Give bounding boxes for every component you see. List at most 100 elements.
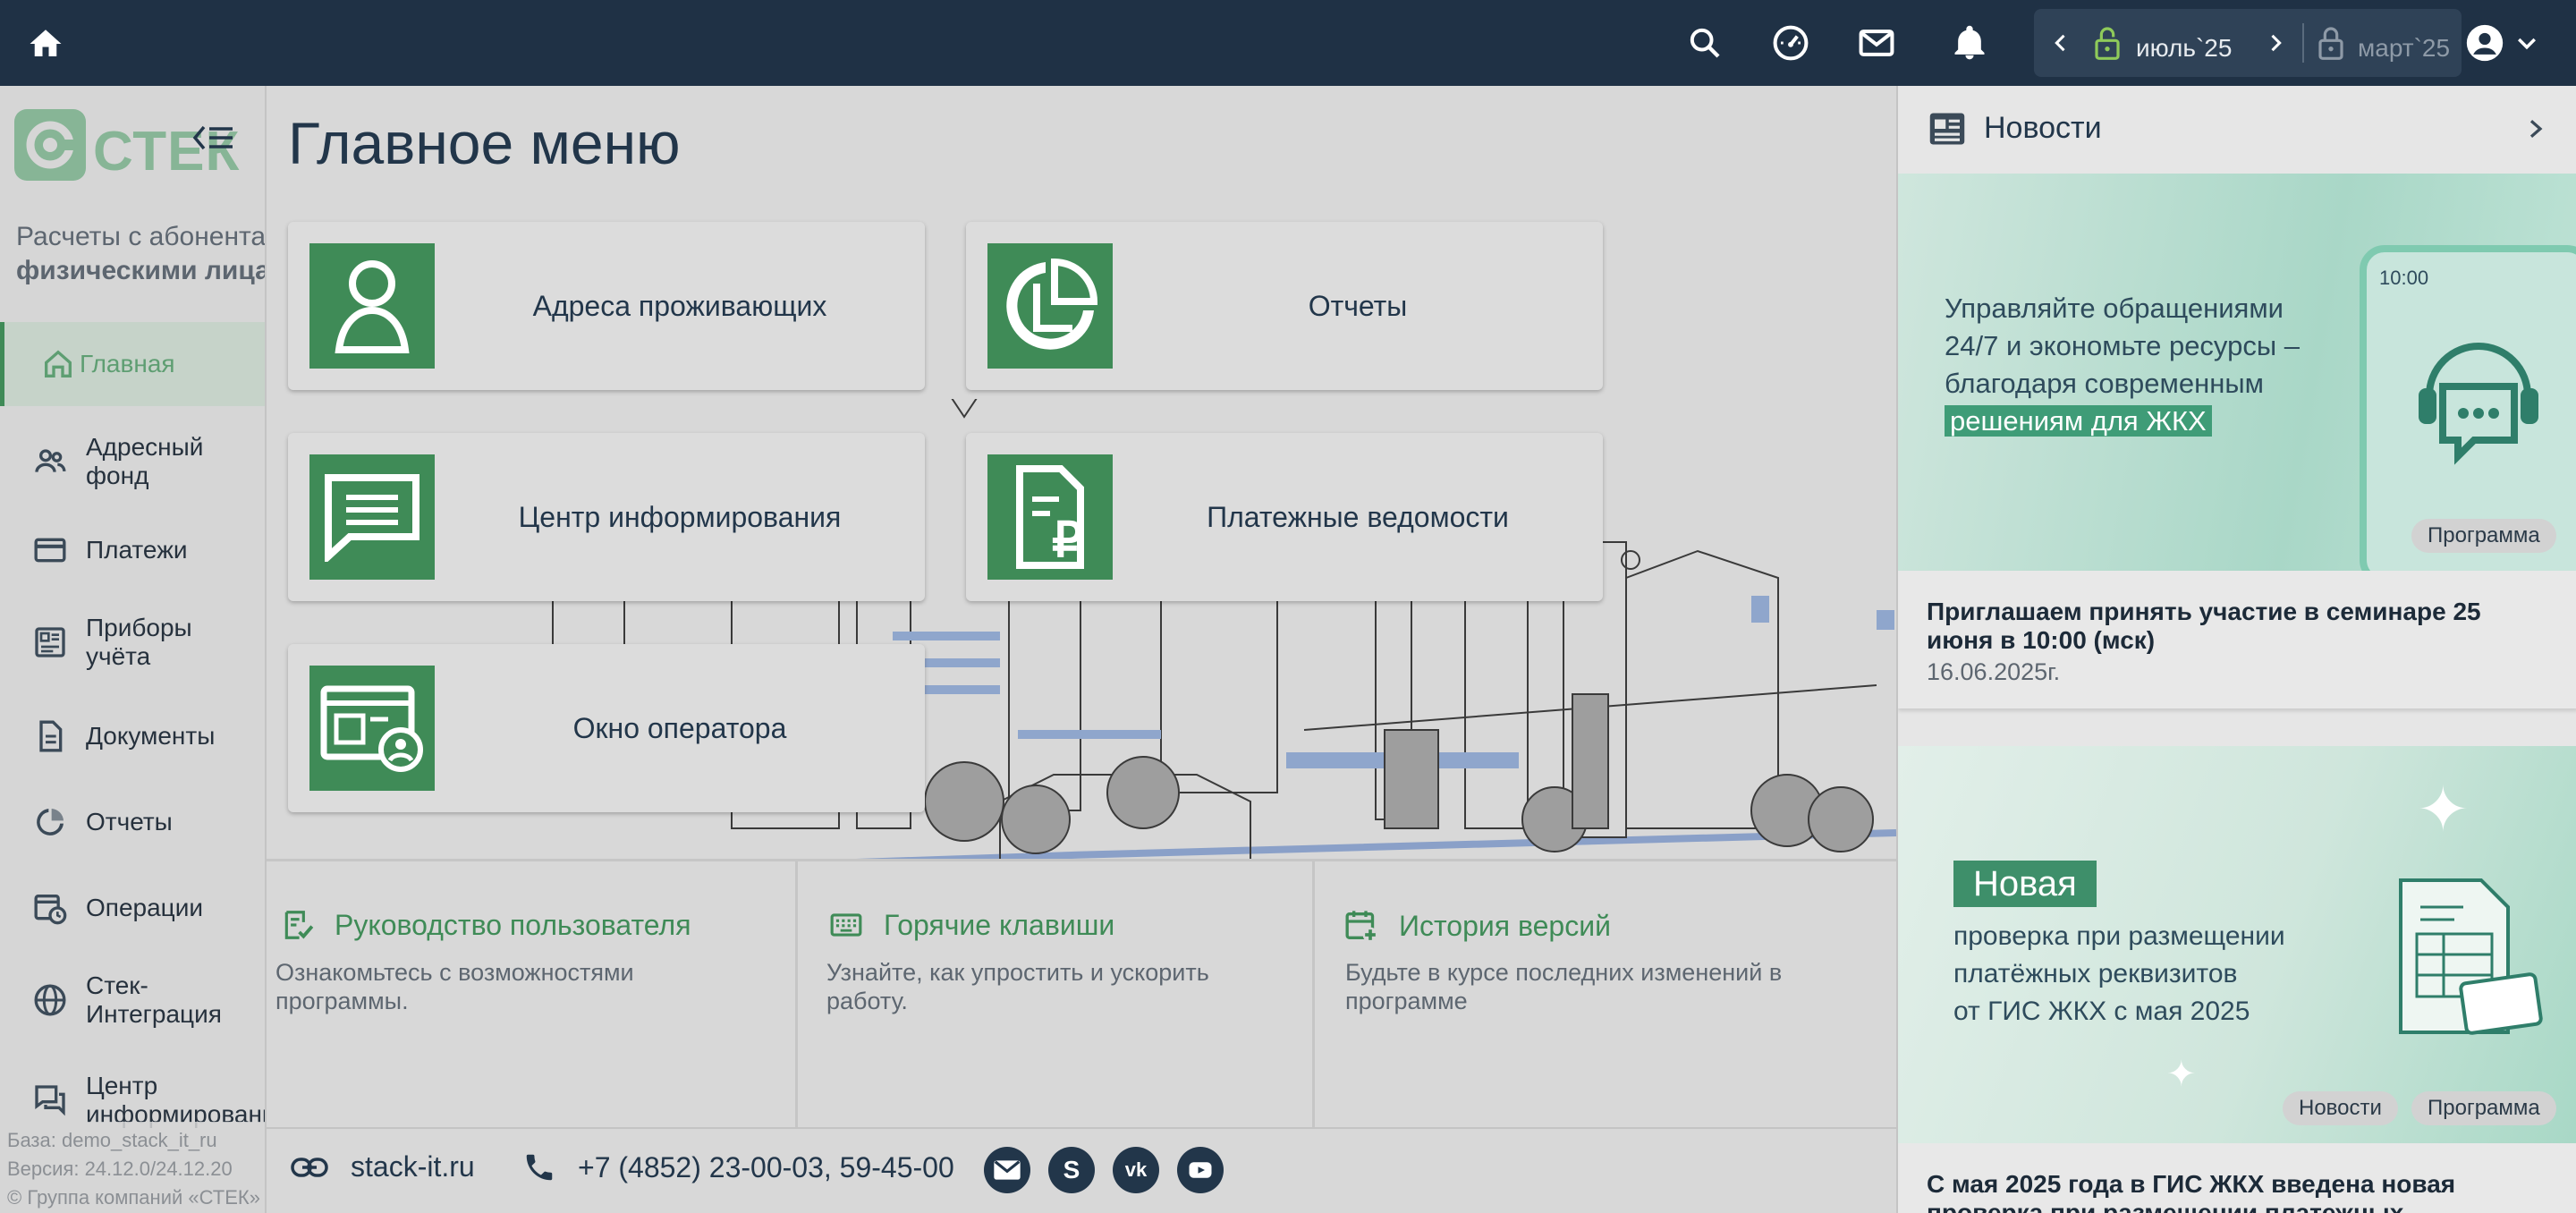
banner-1-highlight: решениям для ЖКХ xyxy=(1945,405,2212,437)
tile-label: Платежные ведомости xyxy=(1207,500,1509,533)
period-closed-label[interactable]: март`25 xyxy=(2358,34,2450,63)
news-panel: Новости Управляйте обращениями 24/7 и эк… xyxy=(1896,86,2576,1213)
chevron-right-icon[interactable] xyxy=(2522,113,2549,149)
youtube-icon[interactable] xyxy=(1177,1147,1224,1193)
banner-2-text: проверка при размещении платёжных реквиз… xyxy=(1953,918,2285,1031)
bell-icon[interactable] xyxy=(1948,21,1991,64)
link-icon xyxy=(290,1156,329,1179)
meter-icon xyxy=(30,623,70,662)
sidebar: СТЕК Расчеты с абонентами физическими ли… xyxy=(0,86,267,1213)
sidebar-item-label: Документы xyxy=(86,722,216,750)
tile-label: Окно оператора xyxy=(572,711,787,744)
news-item-2[interactable]: С мая 2025 года в ГИС ЖКХ введена новая … xyxy=(1898,1143,2576,1213)
news-tag[interactable]: Программа xyxy=(2411,519,2556,553)
tile-info-center[interactable]: Центр информирования xyxy=(288,433,925,601)
tile-operator-window[interactable]: Окно оператора xyxy=(288,644,925,812)
info-card-text: Узнайте, как упростить и ускорить работу… xyxy=(826,959,1209,1014)
tile-payment-sheets[interactable]: ₽ Платежные ведомости xyxy=(966,433,1603,601)
person-icon xyxy=(309,243,435,369)
mail-icon[interactable] xyxy=(984,1147,1030,1193)
period-open-label[interactable]: июль`25 xyxy=(2136,34,2232,63)
chevron-left-icon[interactable] xyxy=(2048,29,2073,62)
sidebar-item-integration[interactable]: Стек-Интеграция xyxy=(0,954,265,1047)
sidebar-item-home[interactable]: Главная xyxy=(0,322,265,406)
home-icon[interactable] xyxy=(27,25,64,63)
logo-icon xyxy=(14,109,86,181)
info-row: Руководство пользователя Ознакомьтесь с … xyxy=(267,859,1896,1127)
keyboard-icon xyxy=(828,908,864,942)
top-bar: июль`25 март`25 xyxy=(0,0,2576,86)
sidebar-item-label: Платежи xyxy=(86,536,188,564)
phone-icon xyxy=(522,1150,556,1184)
globe-icon xyxy=(30,980,70,1020)
skype-icon[interactable]: S xyxy=(1048,1147,1095,1193)
sidebar-item-label: Отчеты xyxy=(86,808,173,836)
site-link[interactable]: stack-it.ru xyxy=(290,1150,475,1183)
info-card-manual[interactable]: Руководство пользователя Ознакомьтесь с … xyxy=(267,859,798,1127)
news-banner-1[interactable]: Управляйте обращениями 24/7 и экономьте … xyxy=(1898,174,2576,585)
account-icon[interactable] xyxy=(2465,23,2504,67)
main-content: Главное меню Адреса проживающих Отчеты Ц… xyxy=(267,86,1896,1127)
info-card-header: Руководство пользователя xyxy=(281,908,691,942)
collapse-menu-icon[interactable] xyxy=(191,120,236,160)
tile-label: Отчеты xyxy=(1308,289,1408,322)
tile-label: Центр информирования xyxy=(518,500,842,533)
news-tag[interactable]: Новости xyxy=(2283,1091,2398,1125)
news-item-title: С мая 2025 года в ГИС ЖКХ введена новая … xyxy=(1927,1170,2456,1213)
mail-icon[interactable] xyxy=(1855,21,1898,64)
chevron-right-icon[interactable] xyxy=(2263,29,2288,62)
chatbot-icon xyxy=(2419,343,2538,465)
sidebar-item-label: Стек-Интеграция xyxy=(86,971,222,1028)
operator-window-icon xyxy=(309,666,435,791)
sidebar-item-operations[interactable]: Операции xyxy=(0,866,265,950)
page-title: Главное меню xyxy=(288,110,681,176)
news-header: Новости xyxy=(1898,86,2576,174)
info-card-changelog[interactable]: История версий Будьте в курсе последних … xyxy=(1315,859,1896,1127)
banner-1-line: 24/7 и экономьте ресурсы – xyxy=(1945,330,2300,361)
sidebar-item-meters[interactable]: Приборы учёта xyxy=(0,596,265,689)
tile-residents[interactable]: Адреса проживающих xyxy=(288,222,925,390)
site-link-text: stack-it.ru xyxy=(351,1150,475,1183)
divider xyxy=(2302,23,2304,63)
people-icon xyxy=(30,442,70,481)
banner-1-text: Управляйте обращениями 24/7 и экономьте … xyxy=(1945,290,2300,440)
card-icon xyxy=(30,530,70,570)
news-tag[interactable]: Программа xyxy=(2411,1091,2556,1125)
tile-reports[interactable]: Отчеты xyxy=(966,222,1603,390)
info-card-hotkeys[interactable]: Горячие клавиши Узнайте, как упростить и… xyxy=(798,859,1315,1127)
reports-icon xyxy=(30,802,70,842)
manual-icon xyxy=(281,908,315,942)
news-title: Новости xyxy=(1984,111,2102,145)
info-card-title: Руководство пользователя xyxy=(335,908,691,941)
phone-link[interactable]: +7 (4852) 23-00-03, 59-45-00 xyxy=(522,1150,954,1184)
vk-icon[interactable]: vk xyxy=(1113,1147,1159,1193)
search-icon[interactable] xyxy=(1683,21,1726,64)
dashboard-icon[interactable] xyxy=(1769,21,1812,64)
info-card-title: Горячие клавиши xyxy=(884,908,1115,941)
document-icon xyxy=(30,717,70,756)
sidebar-item-reports[interactable]: Отчеты xyxy=(0,780,265,864)
chevron-down-icon[interactable] xyxy=(2513,30,2540,62)
sidebar-item-label: Центр информирования xyxy=(86,1072,265,1128)
svg-text:₽: ₽ xyxy=(1052,513,1082,567)
calendar-clock-icon xyxy=(30,888,70,928)
bottom-bar: stack-it.ru +7 (4852) 23-00-03, 59-45-00… xyxy=(267,1127,1896,1213)
banner-2-line: от ГИС ЖКХ с мая 2025 xyxy=(1953,997,2250,1026)
org-subtitle: физическими лицами xyxy=(16,256,265,285)
version: Версия: 24.12.0/24.12.20 xyxy=(7,1158,233,1180)
info-card-header: Горячие клавиши xyxy=(828,908,1114,942)
sidebar-item-label: Адресный фонд xyxy=(86,433,204,489)
phone-text: +7 (4852) 23-00-03, 59-45-00 xyxy=(578,1150,954,1183)
sidebar-item-payments[interactable]: Платежи xyxy=(0,508,265,592)
banner-1-line: Управляйте обращениями xyxy=(1945,293,2284,324)
info-card-title: История версий xyxy=(1399,909,1611,942)
org-title: Расчеты с абонентами xyxy=(16,222,267,251)
news-item-1[interactable]: Приглашаем принять участие в семинаре 25… xyxy=(1898,571,2576,708)
news-item-title: Приглашаем принять участие в семинаре 25… xyxy=(1927,598,2481,654)
banner-2-line: проверка при размещении xyxy=(1953,921,2285,951)
payment-sheet-icon: ₽ xyxy=(987,454,1113,580)
home-icon xyxy=(38,344,78,384)
sidebar-item-address-fund[interactable]: Адресный фонд xyxy=(0,415,265,508)
sidebar-item-documents[interactable]: Документы xyxy=(0,694,265,778)
calendar-add-icon xyxy=(1343,908,1379,944)
